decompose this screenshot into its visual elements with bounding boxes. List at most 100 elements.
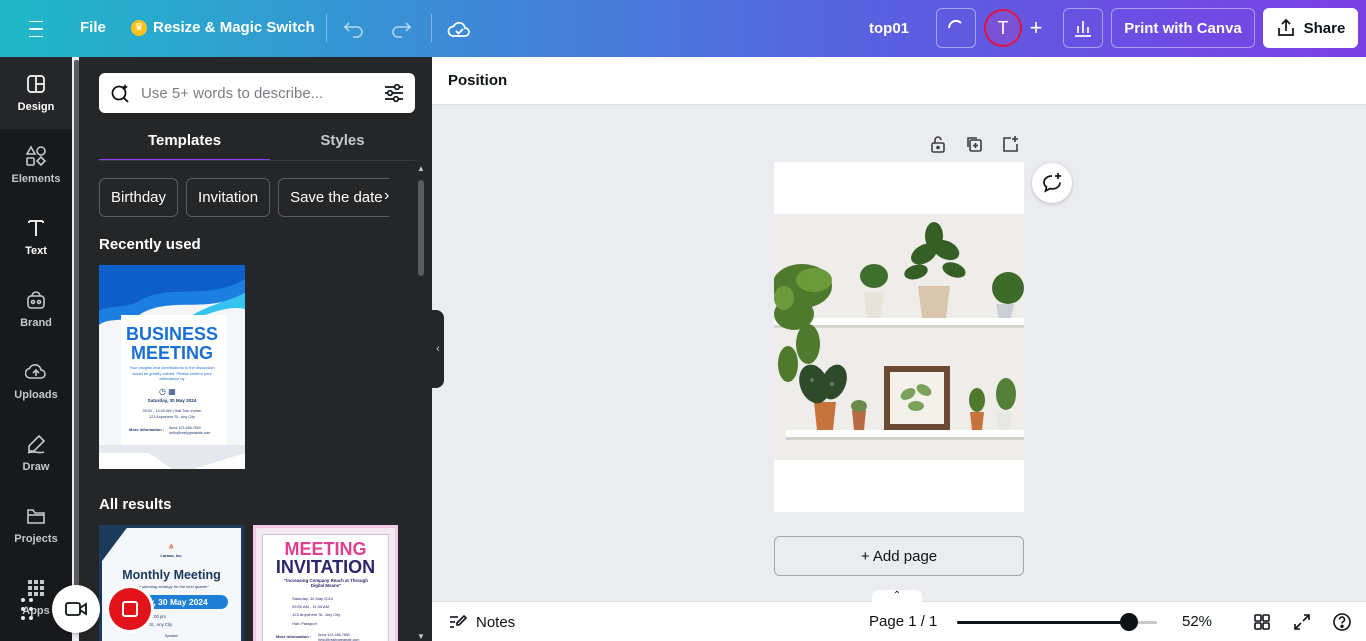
- chip-invitation[interactable]: Invitation: [186, 178, 271, 217]
- template-subtitle: "Increasing Company Reach at Through Dig…: [284, 578, 368, 589]
- template-address: 123 Anywhere St., Any City: [149, 415, 195, 419]
- text-icon: [28, 220, 44, 236]
- panel-scrollbar[interactable]: ▲ ▼: [416, 162, 426, 641]
- design-page[interactable]: [774, 162, 1024, 512]
- template-title: Monthly Meeting: [122, 568, 221, 582]
- undo-icon[interactable]: [341, 16, 367, 42]
- rail-item-design[interactable]: Design: [0, 57, 72, 129]
- template-search-box[interactable]: Use 5+ words to describe...: [99, 73, 415, 113]
- add-page-button[interactable]: + Add page: [774, 536, 1024, 576]
- rail-item-projects[interactable]: Projects: [0, 489, 72, 561]
- rail-item-elements[interactable]: Elements: [0, 129, 72, 201]
- crown-icon: ♛: [131, 19, 147, 36]
- rail-label: Brand: [20, 317, 52, 329]
- draw-icon: [27, 434, 46, 454]
- plant-shelf-photo[interactable]: [774, 214, 1024, 460]
- file-menu-button[interactable]: File: [80, 19, 106, 36]
- stop-square-icon: [122, 601, 138, 617]
- loading-status-button[interactable]: [936, 8, 976, 48]
- print-with-canva-button[interactable]: Print with Canva: [1111, 8, 1255, 48]
- redo-icon[interactable]: [388, 16, 414, 42]
- search-input[interactable]: Use 5+ words to describe...: [141, 85, 373, 102]
- tab-templates[interactable]: Templates: [99, 127, 270, 161]
- chevron-up-icon[interactable]: ⌃: [872, 590, 922, 602]
- tab-divider: [99, 160, 415, 161]
- rail-label: Design: [17, 101, 55, 113]
- add-page-icon[interactable]: [1000, 134, 1020, 154]
- template-company: Larana, Inc.: [160, 553, 183, 558]
- ship-logo-icon: ⛵: [168, 544, 175, 550]
- template-card-business-meeting[interactable]: BUSINESS MEETING Your insights and contr…: [99, 265, 245, 469]
- zoom-slider-knob[interactable]: [1120, 613, 1138, 631]
- recently-used-heading: Recently used: [99, 236, 201, 253]
- rail-item-uploads[interactable]: Uploads: [0, 345, 72, 417]
- chevron-right-icon[interactable]: ›: [384, 187, 389, 205]
- template-footer: Speaker: [164, 634, 179, 638]
- rail-label: Draw: [22, 461, 50, 473]
- share-label: Share: [1303, 19, 1346, 37]
- template-time: 09:00 - 10:00 AM | Hall Tom-erman: [142, 409, 202, 413]
- page-counter[interactable]: Page 1 / 1: [869, 613, 937, 630]
- rail-item-draw[interactable]: Draw: [0, 417, 72, 489]
- template-date: Saturday, 30 May 2024: [147, 398, 197, 403]
- templates-panel: Use 5+ words to describe... Templates St…: [79, 57, 432, 641]
- bottom-status-bar: ⌃ Notes Page 1 / 1 52%: [432, 590, 1366, 641]
- add-comment-icon[interactable]: [1032, 163, 1072, 203]
- camera-toggle-button[interactable]: [52, 585, 100, 633]
- apps-icon: [28, 580, 44, 596]
- template-title-line1: BUSINESS: [125, 324, 219, 344]
- zoom-slider[interactable]: [957, 613, 1157, 631]
- share-button[interactable]: Share: [1263, 8, 1358, 48]
- rail-item-text[interactable]: Text: [0, 201, 72, 273]
- video-camera-icon: [65, 602, 87, 616]
- scrollbar-thumb[interactable]: [418, 180, 424, 276]
- uploads-icon: [25, 364, 46, 379]
- position-button[interactable]: Position: [448, 72, 507, 89]
- rail-label: Uploads: [14, 389, 58, 401]
- invite-plus-icon[interactable]: +: [1022, 14, 1050, 42]
- template-time: 09:00 AM - 11:00 AM: [292, 604, 330, 610]
- tab-styles[interactable]: Styles: [257, 127, 428, 161]
- top-toolbar: File ♛ Resize & Magic Switch top01 T + P…: [0, 0, 1366, 57]
- magic-search-icon: [111, 84, 129, 103]
- zoom-percentage[interactable]: 52%: [1182, 613, 1212, 630]
- template-address: 123 Anywhere St., Any City: [292, 612, 341, 618]
- design-title[interactable]: top01: [869, 20, 909, 37]
- template-title-line1: MEETING: [284, 539, 367, 559]
- grid-view-icon[interactable]: [1251, 611, 1273, 633]
- rail-item-brand[interactable]: Brand: [0, 273, 72, 345]
- toolbar-divider: [431, 14, 432, 42]
- scroll-down-arrow-icon[interactable]: ▼: [417, 632, 425, 641]
- cloud-save-icon[interactable]: [446, 16, 472, 42]
- insights-chart-button[interactable]: [1063, 8, 1103, 48]
- template-more-label: More Information :: [276, 634, 312, 639]
- resize-magic-switch-button[interactable]: ♛ Resize & Magic Switch: [131, 19, 315, 36]
- scroll-up-arrow-icon[interactable]: ▲: [417, 164, 425, 173]
- help-icon[interactable]: [1331, 611, 1353, 633]
- user-avatar[interactable]: T: [984, 9, 1022, 47]
- design-icon: [27, 75, 45, 93]
- collapse-panel-chevron-icon[interactable]: ‹: [432, 310, 444, 388]
- duplicate-page-icon[interactable]: [964, 134, 984, 154]
- hamburger-menu-icon[interactable]: [22, 18, 50, 40]
- toolbar-divider: [326, 14, 327, 42]
- template-card-meeting-invitation[interactable]: MEETING INVITATION "Increasing Company R…: [253, 525, 398, 641]
- template-date: Saturday, 30 May 2024: [292, 596, 334, 601]
- drag-handle-icon[interactable]: [20, 597, 34, 621]
- chip-birthday[interactable]: Birthday: [99, 178, 179, 217]
- template-more-value: Anna 123-456-7890 hello@reallygreatsite.…: [169, 426, 211, 435]
- lock-icon[interactable]: [928, 134, 948, 154]
- template-hall: Hall: Passport: [292, 620, 317, 626]
- brand-icon: [27, 291, 45, 309]
- template-title-line2: INVITATION: [275, 557, 376, 577]
- fullscreen-icon[interactable]: [1291, 611, 1313, 633]
- notes-pencil-icon: [450, 614, 468, 628]
- rail-label: Text: [25, 245, 47, 257]
- template-body-text: Your insights and contributions to the d…: [129, 365, 215, 381]
- record-button[interactable]: [106, 585, 154, 633]
- elements-icon: [25, 145, 47, 167]
- chip-save-the-date[interactable]: Save the date: [278, 178, 390, 217]
- notes-button[interactable]: Notes: [448, 613, 515, 631]
- filter-sliders-icon[interactable]: [383, 82, 405, 104]
- rail-label: Projects: [14, 533, 58, 545]
